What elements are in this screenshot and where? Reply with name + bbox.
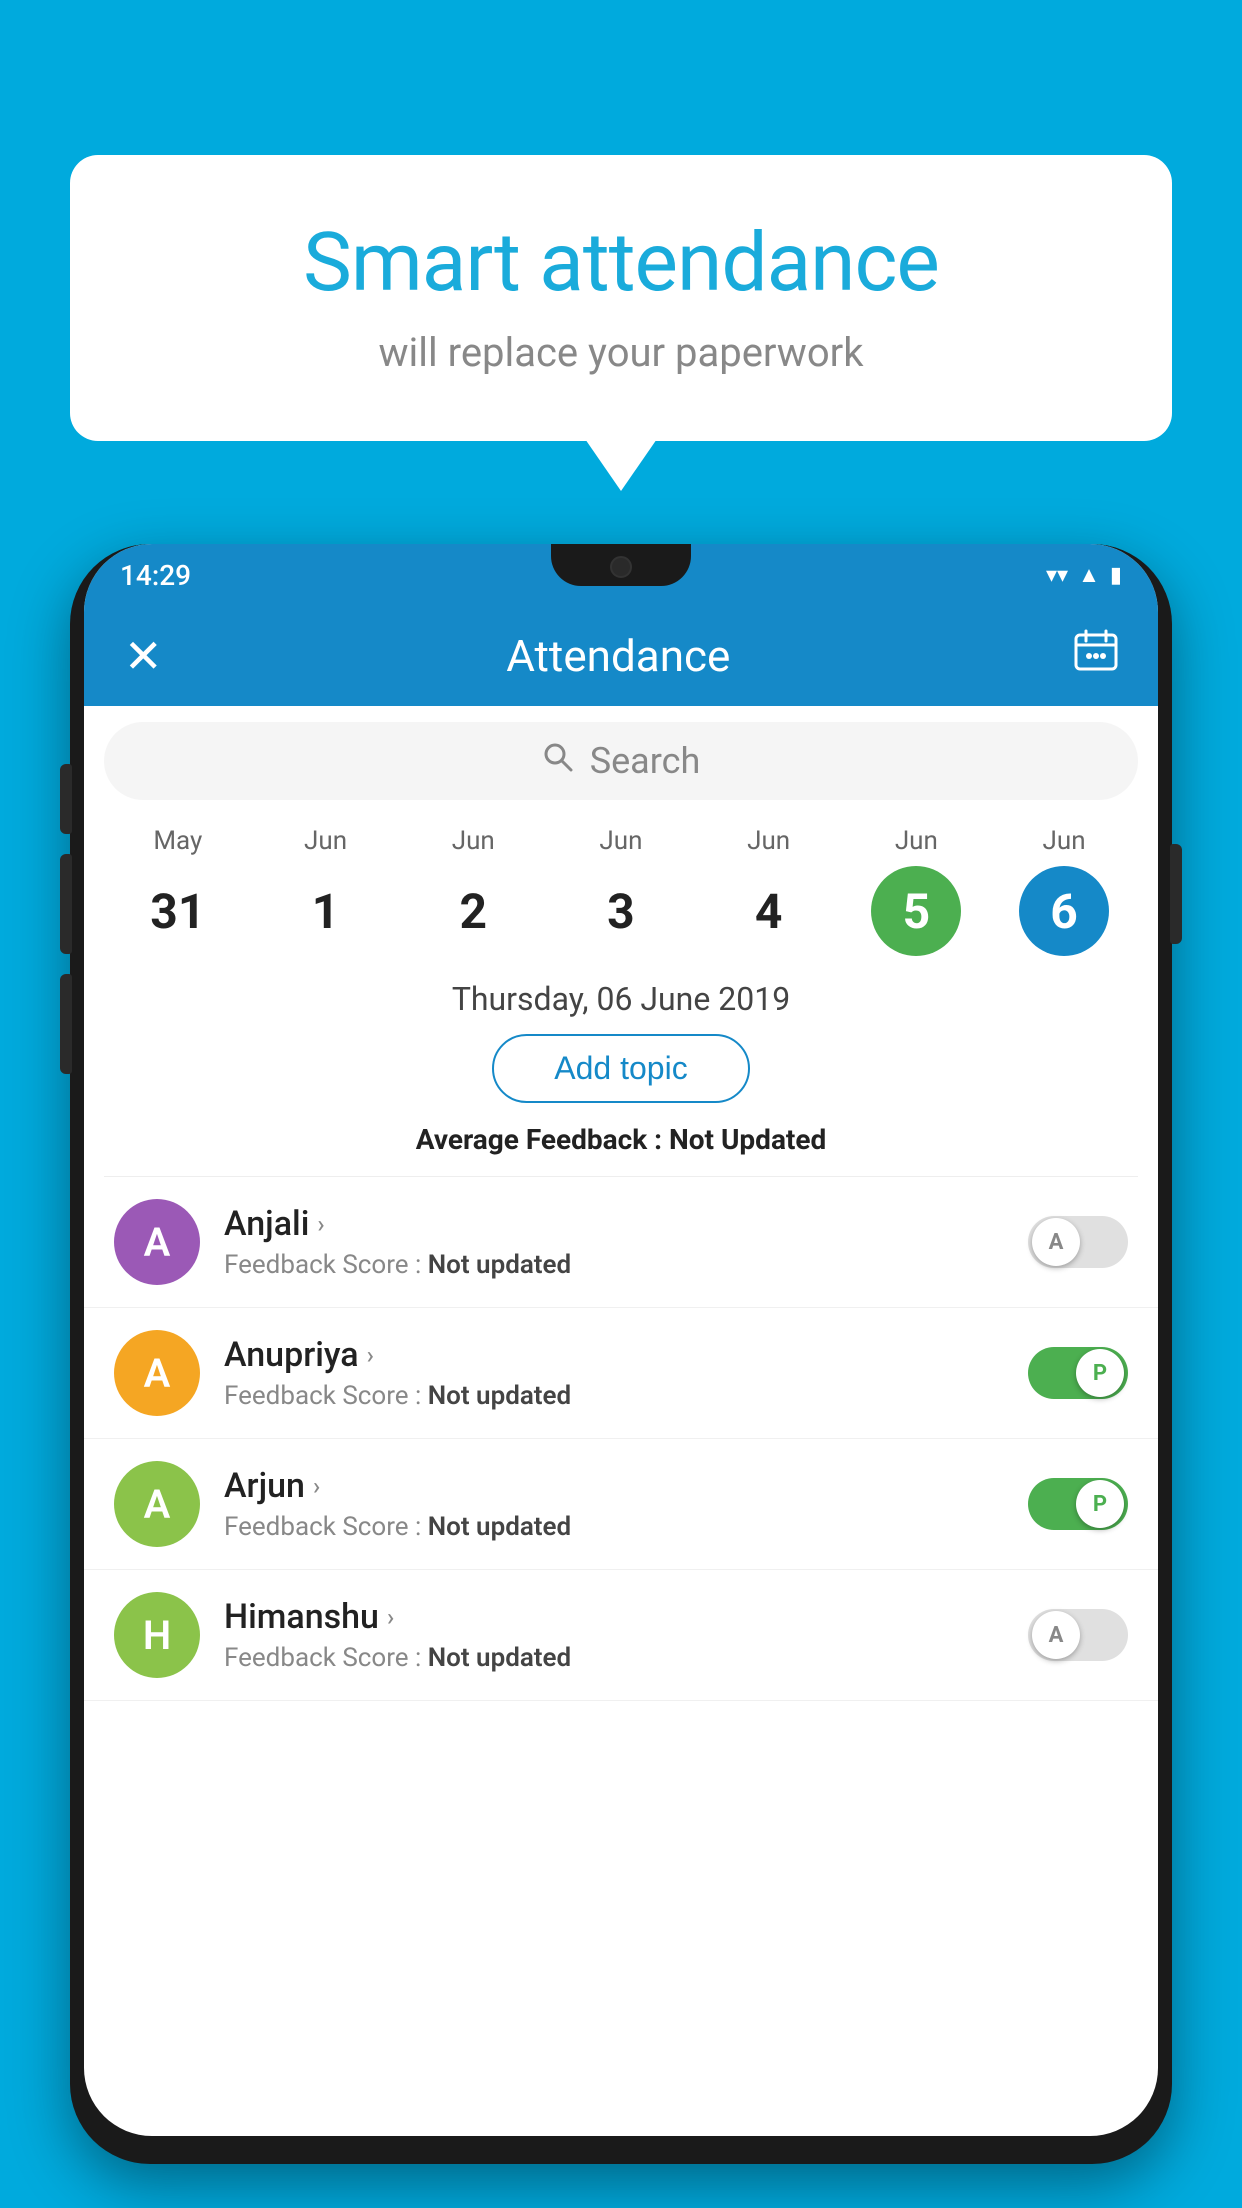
student-info: Anupriya › Feedback Score : Not updated [224, 1335, 1004, 1411]
phone-camera [610, 556, 632, 578]
cal-month: Jun [895, 826, 938, 856]
status-icons: ▾▾ ▲ ▮ [1046, 562, 1122, 588]
calendar-day-1[interactable]: Jun 1 [271, 826, 381, 956]
battery-icon: ▮ [1110, 563, 1122, 588]
cal-date[interactable]: 2 [428, 866, 518, 956]
student-item[interactable]: A Anupriya › Feedback Score : Not updated P [84, 1308, 1158, 1439]
attendance-toggle[interactable]: A [1028, 1216, 1128, 1268]
search-bar[interactable]: Search [104, 722, 1138, 800]
app-bar-title: Attendance [506, 630, 730, 682]
phone-frame: 14:29 ▾▾ ▲ ▮ ✕ Attendance [70, 544, 1172, 2164]
status-time: 14:29 [120, 559, 191, 592]
search-label: Search [590, 740, 701, 782]
student-score: Feedback Score : Not updated [224, 1250, 1004, 1280]
speech-bubble-subtitle: will replace your paperwork [140, 329, 1102, 376]
phone-container: 14:29 ▾▾ ▲ ▮ ✕ Attendance [70, 530, 1172, 2208]
student-score: Feedback Score : Not updated [224, 1381, 1004, 1411]
phone-screen: 14:29 ▾▾ ▲ ▮ ✕ Attendance [84, 544, 1158, 2136]
cal-date[interactable]: 6 [1019, 866, 1109, 956]
calendar-icon[interactable] [1074, 629, 1118, 683]
app-bar: ✕ Attendance [84, 606, 1158, 706]
cal-date[interactable]: 31 [133, 866, 223, 956]
cal-date[interactable]: 3 [576, 866, 666, 956]
phone-notch [551, 544, 691, 586]
student-avatar: A [114, 1330, 200, 1416]
cal-date[interactable]: 5 [871, 866, 961, 956]
student-avatar: A [114, 1461, 200, 1547]
student-item[interactable]: A Arjun › Feedback Score : Not updated P [84, 1439, 1158, 1570]
calendar-strip: May 31 Jun 1 Jun 2 Jun 3 Jun 4 Jun 5 Jun 6 [84, 816, 1158, 956]
avg-feedback-label: Average Feedback : [416, 1123, 662, 1156]
search-icon [542, 741, 574, 782]
speech-bubble-container: Smart attendance will replace your paper… [70, 155, 1172, 441]
student-avatar: H [114, 1592, 200, 1678]
phone-volume-up-button [60, 854, 72, 954]
close-button[interactable]: ✕ [124, 629, 163, 684]
student-name: Anupriya › [224, 1335, 1004, 1375]
calendar-day-3[interactable]: Jun 3 [566, 826, 676, 956]
student-item[interactable]: A Anjali › Feedback Score : Not updated A [84, 1177, 1158, 1308]
toggle-thumb: P [1076, 1349, 1124, 1397]
student-name: Anjali › [224, 1204, 1004, 1244]
student-list: AAnjali ›Feedback Score : Not updatedAAA… [84, 1177, 1158, 1701]
student-score: Feedback Score : Not updated [224, 1643, 1004, 1673]
speech-bubble: Smart attendance will replace your paper… [70, 155, 1172, 441]
student-item[interactable]: H Himanshu › Feedback Score : Not updated A [84, 1570, 1158, 1701]
toggle-thumb: A [1032, 1218, 1080, 1266]
selected-date: Thursday, 06 June 2019 [84, 956, 1158, 1034]
toggle-thumb: P [1076, 1480, 1124, 1528]
phone-mute-button [60, 764, 72, 834]
cal-month: Jun [304, 826, 347, 856]
cal-month: Jun [599, 826, 642, 856]
speech-bubble-title: Smart attendance [140, 215, 1102, 311]
cal-date[interactable]: 4 [724, 866, 814, 956]
avg-feedback: Average Feedback : Not Updated [84, 1123, 1158, 1156]
cal-month: Jun [452, 826, 495, 856]
calendar-day-4[interactable]: Jun 4 [714, 826, 824, 956]
toggle-container[interactable]: P [1028, 1478, 1128, 1530]
calendar-day-2[interactable]: Jun 2 [418, 826, 528, 956]
avg-feedback-value: Not Updated [669, 1123, 826, 1156]
student-info: Himanshu › Feedback Score : Not updated [224, 1597, 1004, 1673]
add-topic-button[interactable]: Add topic [492, 1034, 749, 1103]
cal-month: Jun [747, 826, 790, 856]
student-score: Feedback Score : Not updated [224, 1512, 1004, 1542]
toggle-container[interactable]: A [1028, 1216, 1128, 1268]
student-name: Arjun › [224, 1466, 1004, 1506]
cal-month: May [153, 826, 202, 856]
wifi-icon: ▾▾ [1046, 563, 1068, 588]
calendar-day-6[interactable]: Jun 6 [1009, 826, 1119, 956]
calendar-day-5[interactable]: Jun 5 [861, 826, 971, 956]
phone-volume-down-button [60, 974, 72, 1074]
student-info: Arjun › Feedback Score : Not updated [224, 1466, 1004, 1542]
phone-power-button [1170, 844, 1182, 944]
attendance-toggle[interactable]: A [1028, 1609, 1128, 1661]
cal-date[interactable]: 1 [281, 866, 371, 956]
toggle-thumb: A [1032, 1611, 1080, 1659]
student-info: Anjali › Feedback Score : Not updated [224, 1204, 1004, 1280]
calendar-day-0[interactable]: May 31 [123, 826, 233, 956]
signal-icon: ▲ [1078, 562, 1100, 588]
attendance-toggle[interactable]: P [1028, 1478, 1128, 1530]
toggle-container[interactable]: A [1028, 1609, 1128, 1661]
toggle-container[interactable]: P [1028, 1347, 1128, 1399]
cal-month: Jun [1043, 826, 1086, 856]
student-avatar: A [114, 1199, 200, 1285]
attendance-toggle[interactable]: P [1028, 1347, 1128, 1399]
student-name: Himanshu › [224, 1597, 1004, 1637]
